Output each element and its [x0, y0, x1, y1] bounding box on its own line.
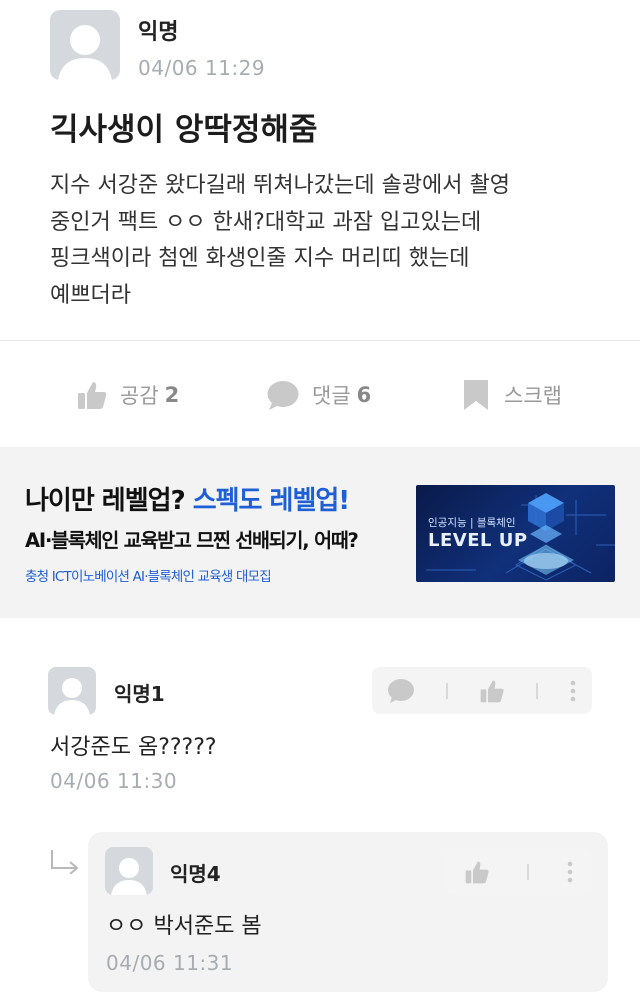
reply-avatar: [105, 847, 153, 895]
scrap-label: 스크랩: [504, 384, 562, 408]
like-button[interactable]: 공감 2: [76, 375, 179, 415]
comment-button[interactable]: 댓글 6: [266, 375, 371, 415]
post-body: 지수 서강준 왔다길래 뛰쳐나갔는데 솔광에서 촬영 중인거 팩트 ㅇㅇ 한새?…: [50, 173, 511, 308]
thumbs-up-icon[interactable]: [464, 859, 490, 885]
comment-timestamp: 04/06 11:30: [50, 769, 178, 793]
ad-headline-accent: 스펙도 레벨업!: [192, 486, 350, 516]
separator: [526, 863, 529, 880]
post-title: 긱사생이 앙딱정해줌: [50, 112, 318, 148]
post-author[interactable]: 익명: [138, 14, 178, 46]
reply-action-bar: [446, 848, 592, 895]
reply-body: ㅇㅇ 박서준도 봄: [106, 914, 262, 939]
user-avatar-icon: [58, 25, 112, 80]
bookmark-icon: [464, 380, 488, 410]
ad-image-title: LEVEL UP: [428, 530, 528, 551]
like-count: 2: [164, 383, 180, 407]
user-avatar-icon: [111, 858, 147, 895]
scrap-button[interactable]: 스크랩: [460, 375, 562, 415]
thumbs-up-icon: [78, 382, 107, 409]
thumbs-up-icon[interactable]: [479, 678, 505, 704]
reply-icon[interactable]: [387, 678, 415, 704]
separator: [446, 682, 449, 699]
ad-image-caption: 인공지능 | 블록체인: [428, 517, 516, 529]
ad-headline[interactable]: 나이만 레벨업? 스펙도 레벨업!: [25, 480, 350, 517]
reply-arrow-icon: [51, 850, 79, 874]
ad-headline-main: 나이만 레벨업?: [25, 486, 186, 516]
more-options-icon[interactable]: [566, 860, 574, 884]
comment-avatar: [48, 667, 96, 715]
separator: [535, 682, 538, 699]
ad-footer: 충청 ICT이노베이션 AI·블록체인 교육생 대모집: [25, 569, 272, 585]
more-options-icon[interactable]: [569, 679, 577, 703]
reply-timestamp: 04/06 11:31: [106, 951, 234, 975]
reply-author[interactable]: 익명4: [170, 858, 221, 887]
user-avatar-icon: [54, 678, 90, 715]
post-avatar: [50, 10, 120, 80]
speech-bubble-icon: [267, 381, 299, 410]
comment-action-bar: [372, 667, 592, 714]
ad-subline: AI·블록체인 교육받고 므찐 선배되기, 어때?: [25, 529, 359, 552]
comment-count: 6: [356, 383, 372, 407]
comment-body: 서강준도 옴?????: [50, 735, 217, 760]
comment-label: 댓글: [312, 384, 351, 408]
post-divider: [0, 340, 640, 341]
like-label: 공감: [120, 384, 159, 408]
comment-author[interactable]: 익명1: [114, 678, 165, 707]
post-timestamp: 04/06 11:29: [138, 56, 266, 80]
